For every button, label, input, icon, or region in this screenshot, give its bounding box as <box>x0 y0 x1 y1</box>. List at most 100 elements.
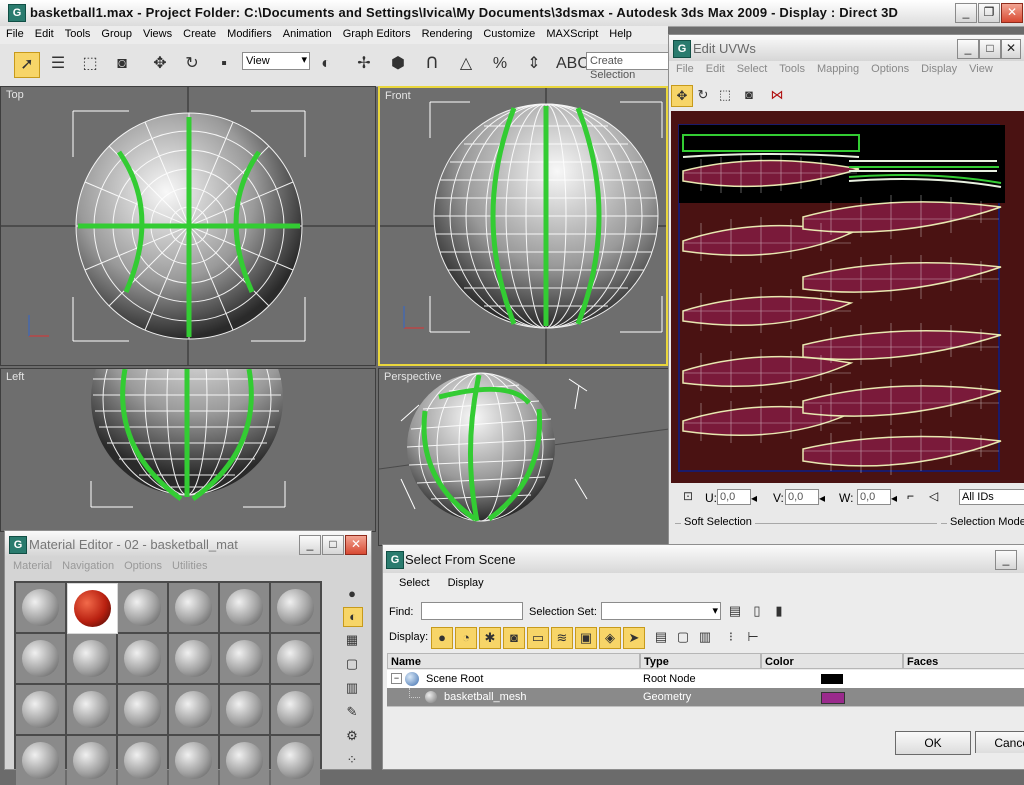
w-input[interactable]: 0,0 <box>857 489 891 505</box>
named-selection-set-field[interactable]: Create Selection <box>586 52 670 81</box>
mat-maximize-button[interactable]: □ <box>322 535 344 555</box>
viewport-perspective[interactable]: Perspective <box>378 368 670 546</box>
material-slot[interactable] <box>16 634 65 683</box>
select-invert-icon[interactable]: ▮ <box>769 601 789 621</box>
material-slot[interactable] <box>67 634 116 683</box>
material-slot[interactable] <box>271 634 320 683</box>
select-none-icon[interactable]: ▯ <box>747 601 767 621</box>
column-header-color[interactable]: Color <box>761 653 903 669</box>
cancel-button[interactable]: Cancel <box>975 731 1024 753</box>
menu-edit[interactable]: Edit <box>29 26 59 40</box>
minimize-button[interactable]: _ <box>955 3 977 23</box>
material-slot[interactable] <box>16 685 65 734</box>
edit-named-selection-icon[interactable]: ABC <box>556 52 589 76</box>
menu-views[interactable]: Views <box>137 26 177 40</box>
display-all-icon[interactable]: ▤ <box>651 627 671 647</box>
uvw-menu-select[interactable]: Select <box>730 63 773 75</box>
material-slot[interactable] <box>220 634 269 683</box>
ok-button[interactable]: OK <box>895 731 971 755</box>
material-slot[interactable] <box>118 685 167 734</box>
display-helpers-icon[interactable]: ▭ <box>527 627 549 649</box>
find-input[interactable] <box>421 602 523 620</box>
material-slot-active[interactable] <box>67 583 118 634</box>
material-slot[interactable] <box>67 685 116 734</box>
display-space-warps-icon[interactable]: ≋ <box>551 627 573 649</box>
percent-snap-icon[interactable]: % <box>488 52 512 76</box>
material-slot[interactable] <box>271 685 320 734</box>
uvw-rotate-icon[interactable]: ↻ <box>693 85 713 105</box>
viewport-left[interactable]: Left <box>0 368 376 532</box>
sfs-menu-display[interactable]: Display <box>440 577 494 589</box>
uvw-menu-mapping[interactable]: Mapping <box>810 63 864 75</box>
display-geometry-icon[interactable]: ● <box>431 627 453 649</box>
display-shapes-icon[interactable]: ◔ <box>455 627 477 649</box>
material-slot[interactable] <box>169 685 218 734</box>
spinner-snap-icon[interactable]: ⇕ <box>522 52 546 76</box>
sfs-minimize-button[interactable]: _ <box>995 550 1017 570</box>
v-input[interactable]: 0,0 <box>785 489 819 505</box>
select-manipulate-icon[interactable]: ✢ <box>352 52 376 76</box>
hide-icon[interactable]: ◁ <box>929 489 938 503</box>
menu-animation[interactable]: Animation <box>277 26 337 40</box>
uv-editor-canvas[interactable] <box>671 111 1024 483</box>
uvw-maximize-button[interactable]: □ <box>979 39 1001 59</box>
menu-help[interactable]: Help <box>603 26 637 40</box>
sample-type-icon[interactable]: ● <box>343 585 361 603</box>
mat-minimize-button[interactable]: _ <box>299 535 321 555</box>
backlight-icon[interactable]: ◐ <box>343 607 363 627</box>
viewport-front[interactable]: Front <box>378 86 668 366</box>
material-slot[interactable] <box>16 736 65 785</box>
material-slot[interactable] <box>118 736 167 785</box>
viewport-top[interactable]: Top <box>0 86 376 366</box>
material-slot[interactable] <box>169 634 218 683</box>
material-slot[interactable] <box>118 634 167 683</box>
material-slot[interactable] <box>220 685 269 734</box>
mat-menu-material[interactable]: Material <box>9 560 58 572</box>
menu-file[interactable]: File <box>0 26 29 40</box>
column-header-type[interactable]: Type <box>640 653 761 669</box>
sfs-menu-select[interactable]: Select <box>391 577 440 589</box>
display-xrefs-icon[interactable]: ◈ <box>599 627 621 649</box>
uvw-close-button[interactable]: ✕ <box>1001 39 1021 59</box>
uv-absolute-toggle-icon[interactable]: ⊡ <box>679 487 697 505</box>
uvw-menu-view[interactable]: View <box>962 63 998 75</box>
uvw-freeform-icon[interactable]: ◙ <box>739 85 759 105</box>
select-by-material-icon[interactable]: ⁘ <box>343 751 361 769</box>
uvw-scale-icon[interactable]: ⬚ <box>715 85 735 105</box>
angle-snap-icon[interactable]: △ <box>454 52 478 76</box>
reference-coordinate-dropdown[interactable]: View ▾ <box>242 52 310 70</box>
mat-close-button[interactable]: ✕ <box>345 535 367 555</box>
material-slot[interactable] <box>169 736 218 785</box>
menu-tools[interactable]: Tools <box>59 26 96 40</box>
menu-create[interactable]: Create <box>177 26 221 40</box>
menu-modifiers[interactable]: Modifiers <box>221 26 277 40</box>
lock-selection-icon[interactable]: ⌐ <box>907 489 914 503</box>
material-slot[interactable] <box>67 736 116 785</box>
display-cameras-icon[interactable]: ◙ <box>503 627 525 649</box>
material-slot[interactable] <box>271 583 320 632</box>
table-row[interactable]: − Scene Root Root Node <box>387 670 1024 688</box>
mat-menu-navigation[interactable]: Navigation <box>58 560 120 572</box>
sync-selection-icon[interactable]: ⁝ <box>721 627 741 647</box>
select-by-name-icon[interactable]: ☰ <box>46 52 70 76</box>
move-icon[interactable]: ✥ <box>148 52 172 76</box>
uvw-move-icon[interactable]: ✥ <box>671 85 693 107</box>
column-header-faces[interactable]: Faces <box>903 653 1024 669</box>
uvw-menu-tools[interactable]: Tools <box>772 63 810 75</box>
mat-menu-utilities[interactable]: Utilities <box>168 560 213 572</box>
menu-customize[interactable]: Customize <box>477 26 540 40</box>
display-groups-icon[interactable]: ▣ <box>575 627 597 649</box>
material-slot[interactable] <box>169 583 218 632</box>
background-checker-icon[interactable]: ▦ <box>343 631 361 649</box>
w-spinner-icon[interactable]: ◂ <box>891 491 897 505</box>
table-row-selected[interactable]: basketball_mesh Geometry <box>387 688 1024 706</box>
keyboard-shortcut-icon[interactable]: ⬢ <box>386 52 410 76</box>
make-preview-icon[interactable]: ✎ <box>343 703 361 721</box>
selection-set-dropdown[interactable]: ▾ <box>601 602 721 620</box>
menu-graph-editors[interactable]: Graph Editors <box>337 26 416 40</box>
snap-toggle-icon[interactable]: ᑎ <box>420 52 444 76</box>
menu-maxscript[interactable]: MAXScript <box>540 26 603 40</box>
scale-icon[interactable]: ▪ <box>212 52 236 76</box>
display-none-icon[interactable]: ▢ <box>673 627 693 647</box>
uvw-menu-file[interactable]: File <box>669 63 699 75</box>
